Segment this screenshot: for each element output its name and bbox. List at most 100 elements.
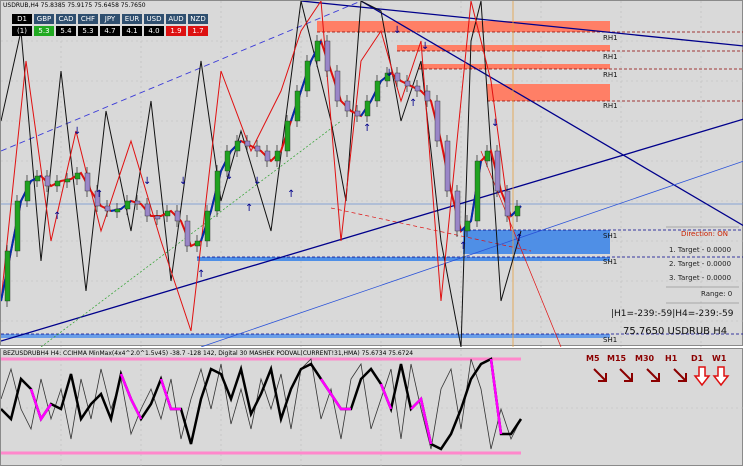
- candle-body: [304, 60, 311, 92]
- tf-label-m30[interactable]: M30: [635, 354, 654, 363]
- tf-arrow-icon: [693, 366, 711, 387]
- target-2-text: 2. Target - 0.0000: [669, 260, 732, 268]
- candle-body: [514, 205, 521, 217]
- currency-strength-table: D1 GBP CAD CHF JPY EUR USD AUD NZD (1) 5…: [10, 12, 210, 38]
- value-eur: 4.1: [122, 26, 142, 36]
- mt4-chart-window: ↓ ↓ ↓ ↓ ↓ ↓ ↓ ↓ ↓ ↑ ↑ ↑ ↑ ↑ ↑ ↑ ↑ ↑ RH1 …: [0, 0, 743, 467]
- candle-body: [234, 140, 241, 152]
- arrow-up-icon: ↑: [245, 203, 253, 214]
- arrow-up-icon: ↑: [287, 189, 295, 200]
- value-aud: 1.9: [166, 26, 186, 36]
- tf-arrow-icon: [646, 368, 660, 382]
- candle-body: [464, 220, 471, 232]
- candle-body: [84, 172, 91, 192]
- tf-label-m5[interactable]: M5: [586, 354, 600, 363]
- oscillator-header: BEZUSDRUBH4 H4: CCIHMA MinMax(4x4^2.0^1.…: [3, 350, 414, 357]
- candle-body: [484, 150, 491, 162]
- main-price-chart[interactable]: ↓ ↓ ↓ ↓ ↓ ↓ ↓ ↓ ↓ ↑ ↑ ↑ ↑ ↑ ↑ ↑ ↑ ↑ RH1 …: [0, 0, 743, 348]
- row-label-1: (1): [12, 26, 32, 36]
- tf-label-w1[interactable]: W1: [712, 354, 726, 363]
- candle-body: [224, 150, 231, 172]
- candle-body: [354, 110, 361, 117]
- candle-body: [324, 40, 331, 72]
- candle-body: [174, 210, 181, 222]
- candle-body: [134, 200, 141, 205]
- candle-body: [454, 190, 461, 232]
- arrow-down-icon: ↓: [179, 176, 187, 187]
- arrow-down-icon: ↓: [491, 118, 499, 129]
- candle-body: [44, 175, 51, 187]
- candle-body: [4, 250, 11, 302]
- tf-arrow-icon: [712, 366, 730, 387]
- target-3-text: 3. Target - 0.0000: [669, 274, 732, 282]
- tf-arrow-icon: [673, 368, 687, 382]
- arrow-down-icon: ↓: [421, 41, 429, 52]
- candle-body: [394, 72, 401, 82]
- tf-arrow-icon: [619, 368, 633, 382]
- candle-body: [494, 150, 501, 192]
- candle-body: [34, 175, 41, 182]
- level-label: RH1: [603, 102, 618, 110]
- arrow-up-icon: ↑: [95, 189, 103, 200]
- range-text: Range: 0: [701, 290, 733, 298]
- candle-body: [504, 190, 511, 217]
- tf-arrows: [593, 366, 730, 387]
- oscillator-subwindow[interactable]: BEZUSDRUBH4 H4: CCIHMA MinMax(4x4^2.0^1.…: [0, 348, 743, 467]
- arrow-down-icon: ↓: [253, 176, 261, 187]
- candle-body: [54, 180, 61, 187]
- candle-body: [24, 180, 31, 202]
- arrow-up-icon: ↑: [363, 123, 371, 134]
- arrow-up-icon: ↑: [515, 233, 523, 244]
- ccy-jpy: JPY: [100, 14, 120, 24]
- arrow-up-icon: ↑: [459, 241, 467, 252]
- level-label: RH1: [603, 71, 618, 79]
- candle-body: [254, 145, 261, 152]
- candle-body: [314, 40, 321, 62]
- value-cad: 5.4: [56, 26, 76, 36]
- chart-grid: [1, 1, 743, 347]
- ccy-nzd: NZD: [188, 14, 208, 24]
- main-chart-canvas[interactable]: ↓ ↓ ↓ ↓ ↓ ↓ ↓ ↓ ↓ ↑ ↑ ↑ ↑ ↑ ↑ ↑ ↑ ↑ RH1 …: [0, 0, 743, 348]
- candle-body: [434, 100, 441, 142]
- resistance-zone-1: [317, 21, 610, 32]
- candle-body: [64, 178, 71, 183]
- tf-label-d1[interactable]: D1: [691, 354, 703, 363]
- target-1-text: 1. Target - 0.0000: [669, 246, 732, 254]
- candle-body: [114, 208, 121, 213]
- candle-body: [294, 90, 301, 122]
- candle-body: [264, 150, 271, 162]
- hma-up-segments: [0, 40, 522, 302]
- candle-body: [194, 240, 201, 247]
- ccy-usd: USD: [144, 14, 164, 24]
- price-symbol-text: 75.7650 USDRUB H4: [623, 326, 728, 337]
- level-label: RH1: [603, 34, 618, 42]
- support-zone-3: [1, 334, 610, 338]
- candle-body: [74, 172, 81, 180]
- ccy-chf: CHF: [78, 14, 98, 24]
- level-label: SH1: [603, 336, 617, 344]
- candle-body: [364, 100, 371, 117]
- row-label-d1: D1: [12, 14, 32, 24]
- candle-body: [334, 70, 341, 102]
- ccy-eur: EUR: [122, 14, 142, 24]
- candle-body: [404, 80, 411, 87]
- candle-body: [184, 220, 191, 247]
- candle-body: [344, 100, 351, 112]
- candle-body: [124, 200, 131, 210]
- candle-body: [444, 140, 451, 192]
- tf-label-m15[interactable]: M15: [607, 354, 626, 363]
- tf-label-h1[interactable]: H1: [665, 354, 677, 363]
- hma-line: [0, 38, 522, 302]
- chart-header: USDRUB,H4 75.8385 75.9175 75.6458 75.765…: [3, 2, 146, 9]
- arrow-down-icon: ↓: [143, 176, 151, 187]
- hl-text: |H1=-239:-59|H4=-239:-59: [611, 309, 734, 319]
- candle-body: [104, 205, 111, 212]
- candle-body: [244, 140, 251, 147]
- ccy-cad: CAD: [56, 14, 76, 24]
- direction-text: Direction: ON: [681, 230, 728, 238]
- arrow-up-icon: ↑: [53, 211, 61, 222]
- candle-body: [374, 80, 381, 102]
- arrow-down-icon: ↓: [393, 25, 401, 36]
- ccy-aud: AUD: [166, 14, 186, 24]
- level-labels: RH1 RH1 RH1 RH1 SH1 SH1 SH1: [603, 34, 618, 344]
